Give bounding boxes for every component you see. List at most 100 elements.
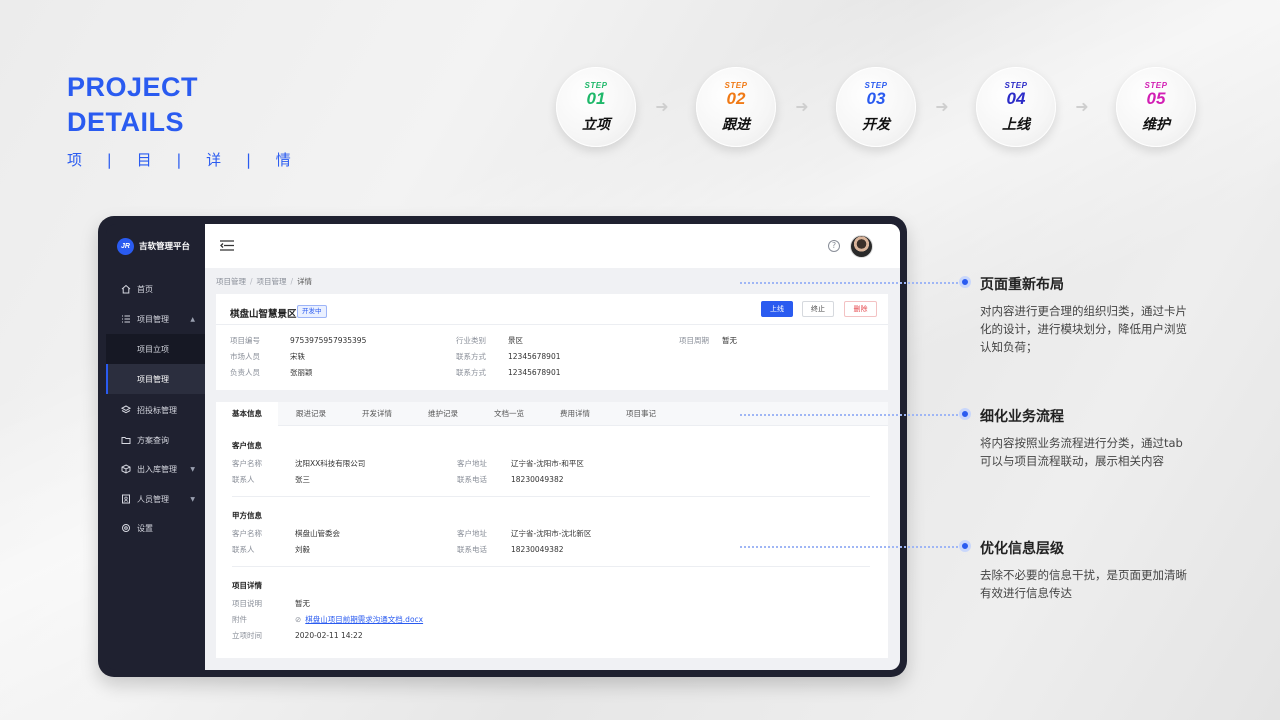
arrow-right-icon: ➜ [655, 97, 669, 116]
field-attachment: 附件 ⊘ 棋盘山项目前期需求沟通文档.docx [232, 615, 424, 624]
step-number: 03 [866, 89, 886, 108]
field-customer-contact: 联系人 张三 [232, 475, 310, 484]
annotation-desc: 去除不必要的信息干扰，是页面更加清晰有效进行信息传达 [980, 568, 1187, 600]
annotation-connector [740, 282, 958, 284]
field-customer-name: 客户名称 沈阳XX科技有限公司 [232, 459, 366, 468]
annotation-desc: 对内容进行更合理的组织归类，通过卡片化的设计，进行模块划分，降低用户浏览认知负荷… [980, 304, 1187, 354]
step-name: 立项 [582, 117, 610, 133]
breadcrumb: 项目管理 / 项目管理 / 详情 [216, 277, 313, 286]
delete-button[interactable]: 删除 [844, 301, 877, 317]
sidebar-item-label: 招投标管理 [137, 405, 177, 415]
stop-button[interactable]: 终止 [802, 301, 834, 317]
field-created-time: 立项时间 2020-02-11 14:22 [232, 631, 363, 640]
tab-events[interactable]: 项目事记 [608, 402, 674, 426]
sidebar-item-plan-search[interactable]: 方案查询 [106, 425, 205, 455]
sidebar-item-project-management[interactable]: 项目管理 ▲ [106, 304, 205, 334]
chevron-down-icon: ▼ [190, 495, 195, 503]
project-detail-card: 基本信息 跟进记录 开发详情 维护记录 文档一览 费用详情 项目事记 客户信息 … [216, 402, 888, 658]
folder-icon [121, 437, 131, 444]
page-title-line1: PROJECT [67, 72, 199, 102]
breadcrumb-current: 详情 [297, 277, 313, 286]
field-customer-address: 客户地址 辽宁省-沈阳市-和平区 [457, 459, 584, 468]
field-owner: 负责人员 张丽颖 [230, 368, 313, 377]
sidebar-subitem-project-init[interactable]: 项目立项 [106, 334, 205, 364]
step-name: 维护 [1142, 117, 1170, 133]
field-project-desc: 项目说明 暂无 [232, 599, 310, 608]
sidebar-item-staff[interactable]: 人员管理 ▼ [106, 484, 205, 514]
top-bar: ? [205, 224, 900, 268]
field-contact: 联系方式 12345678901 [456, 368, 561, 377]
field-industry: 行业类别 景区 [456, 336, 523, 345]
step-number: 01 [586, 89, 606, 108]
project-name: 棋盘山智慧景区 [230, 309, 297, 320]
sidebar-item-label: 出入库管理 [137, 464, 177, 474]
tab-dev-details[interactable]: 开发详情 [344, 402, 410, 426]
step-number: 02 [726, 89, 746, 108]
sidebar-item-settings[interactable]: 设置 [106, 513, 205, 543]
annotation-title: 页面重新布局 [980, 277, 1064, 293]
layers-icon [121, 405, 131, 414]
sidebar-item-label: 方案查询 [137, 435, 169, 445]
annotation-dot [959, 540, 971, 552]
annotation-title: 优化信息层级 [980, 541, 1064, 557]
sidebar-item-label: 设置 [137, 523, 153, 533]
step-1: STEP 01 立项 [556, 67, 636, 147]
gear-icon [122, 524, 130, 532]
sidebar-item-label: 项目管理 [137, 374, 169, 384]
project-summary-card: 棋盘山智慧景区 开发中 上线 终止 删除 项目编号 975397595793539… [216, 294, 888, 390]
step-5: STEP 05 维护 [1116, 67, 1196, 147]
chevron-up-icon: ▲ [190, 315, 195, 323]
brand[interactable]: JR 吉软管理平台 [117, 237, 190, 255]
box-icon [121, 464, 131, 474]
avatar[interactable] [850, 235, 873, 258]
sidebar-item-label: 项目立项 [137, 344, 169, 354]
step-number: 05 [1146, 89, 1166, 108]
annotation-connector [740, 546, 958, 548]
help-icon[interactable]: ? [828, 240, 840, 252]
field-market-staff: 市场人员 宋轶 [230, 352, 305, 361]
sidebar-item-label: 首页 [137, 284, 153, 294]
attachment-link[interactable]: 棋盘山项目前期需求沟通文档.docx [305, 615, 423, 624]
breadcrumb-item[interactable]: 项目管理 [257, 277, 287, 286]
status-badge: 开发中 [297, 305, 327, 318]
sidebar-item-warehouse[interactable]: 出入库管理 ▼ [106, 454, 205, 484]
field-party-a-name: 客户名称 棋盘山管委会 [232, 529, 340, 538]
list-icon [122, 315, 130, 323]
tab-follow-up[interactable]: 跟进记录 [278, 402, 344, 426]
page-title: PROJECT DETAILS [67, 70, 198, 140]
field-party-a-phone: 联系电话 18230049382 [457, 545, 564, 554]
divider [232, 566, 870, 567]
sidebar-item-bidding[interactable]: 招投标管理 [106, 395, 205, 425]
arrow-right-icon: ➜ [935, 97, 949, 116]
step-name: 开发 [862, 117, 890, 133]
divider [216, 324, 888, 325]
step-number: 04 [1006, 89, 1026, 108]
arrow-right-icon: ➜ [795, 97, 809, 116]
chevron-down-icon: ▼ [190, 465, 195, 473]
menu-collapse-icon[interactable] [220, 240, 234, 251]
tab-basic-info[interactable]: 基本信息 [216, 402, 278, 426]
annotation-dot [959, 408, 971, 420]
brand-logo: JR [117, 237, 134, 255]
sidebar-subitem-project-management[interactable]: 项目管理 [106, 364, 205, 394]
tab-documents[interactable]: 文档一览 [476, 402, 542, 426]
tab-costs[interactable]: 费用详情 [542, 402, 608, 426]
section-title-party-a: 甲方信息 [232, 511, 262, 520]
field-customer-phone: 联系电话 18230049382 [457, 475, 564, 484]
field-contact: 联系方式 12345678901 [456, 352, 561, 361]
process-steps: STEP 01 立项 ➜ STEP 02 跟进 ➜ STEP 03 开发 ➜ S… [556, 67, 1206, 149]
annotation-dot [959, 276, 971, 288]
breadcrumb-item[interactable]: 项目管理 [216, 277, 246, 286]
field-period: 项目周期 暂无 [679, 336, 737, 345]
arrow-right-icon: ➜ [1075, 97, 1089, 116]
field-project-code: 项目编号 9753975957935395 [230, 336, 367, 345]
annotation-connector [740, 414, 958, 416]
field-party-a-address: 客户地址 辽宁省-沈阳市-沈北新区 [457, 529, 592, 538]
section-title-project-detail: 项目详情 [232, 581, 262, 590]
tab-maintenance[interactable]: 维护记录 [410, 402, 476, 426]
page-title-line2: DETAILS [67, 107, 184, 137]
badge-icon [122, 494, 130, 504]
sidebar-item-home[interactable]: 首页 [106, 274, 205, 304]
page-subtitle: 项 | 目 | 详 | 情 [67, 151, 301, 169]
online-button[interactable]: 上线 [761, 301, 793, 317]
